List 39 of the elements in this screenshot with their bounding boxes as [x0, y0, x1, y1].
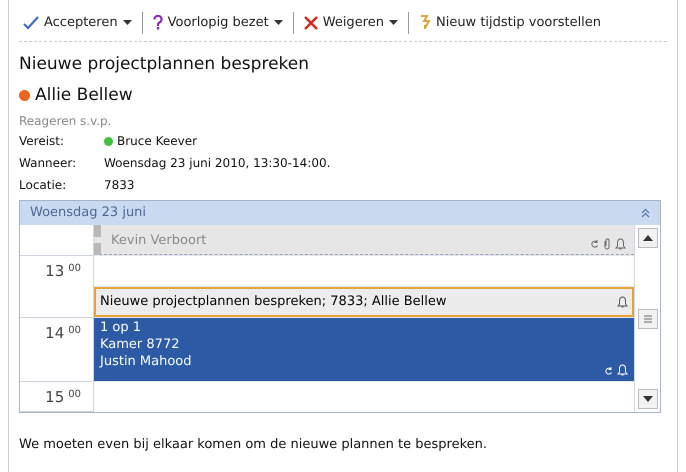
appointment-block[interactable]: 1 op 1 Kamer 8772 Justin Mahood: [94, 318, 634, 381]
toolbar-button[interactable]: Accepteren: [19, 12, 136, 32]
message-body: We moeten even bij elkaar komen om de nieuwe plannen te bespreken.: [19, 436, 488, 454]
toolbar-button[interactable]: Weigeren: [300, 12, 402, 32]
scroll-thumb-icon[interactable]: [638, 308, 658, 328]
appointment-block[interactable]: Nieuwe projectplannen bespreken; 7833; Allie Bellew: [94, 287, 634, 317]
toolbar-button[interactable]: Voorlopig bezet: [148, 12, 287, 32]
organizer-name: Allie Bellew: [35, 84, 133, 106]
paperclip-icon: [603, 238, 611, 250]
question-mark-icon: [152, 15, 163, 30]
appointment-text: Kamer 8772: [100, 336, 180, 353]
appointment-text: Kevin Verboort: [111, 232, 206, 250]
hour-label: 13 $^{00}$: [45, 261, 81, 282]
detail-value: Woensdag 23 juni 2010, 13:30-14:00.: [104, 155, 330, 172]
day-label: Woensdag 23 juni: [30, 204, 146, 222]
checkmark-icon: [23, 16, 39, 30]
scrollbar[interactable]: [634, 225, 660, 412]
scroll-up-icon[interactable]: [638, 228, 658, 248]
response-note: Reageren s.v.p.: [19, 113, 112, 130]
detail-label: Locatie:: [19, 177, 68, 194]
collapse-icon[interactable]: [641, 208, 650, 218]
bell-icon: [615, 238, 626, 250]
scroll-down-icon[interactable]: [638, 389, 658, 409]
detail-label: Wanneer:: [19, 155, 78, 172]
bell-icon: [617, 296, 628, 308]
detail-value: 7833: [104, 177, 135, 194]
meeting-subject: Nieuwe projectplannen bespreken: [19, 53, 310, 76]
close-icon: [304, 16, 318, 30]
bell-icon: [617, 364, 628, 376]
appointment-text: Justin Mahood: [100, 353, 192, 370]
appointment-text: 1 op 1: [100, 319, 142, 336]
appointment-text: Nieuwe projectplannen bespreken; 7833; Allie Bellew: [100, 293, 447, 312]
hour-label: 14 $^{00}$: [45, 323, 81, 344]
detail-value: Bruce Keever: [117, 133, 198, 150]
detail-label: Vereist:: [19, 133, 66, 150]
toolbar-button[interactable]: Nieuw tijdstip voorstellen: [414, 12, 606, 32]
recurrence-icon: [590, 239, 599, 249]
hour-label: 15 $^{00}$: [45, 387, 81, 408]
recurrence-icon: [604, 366, 613, 376]
